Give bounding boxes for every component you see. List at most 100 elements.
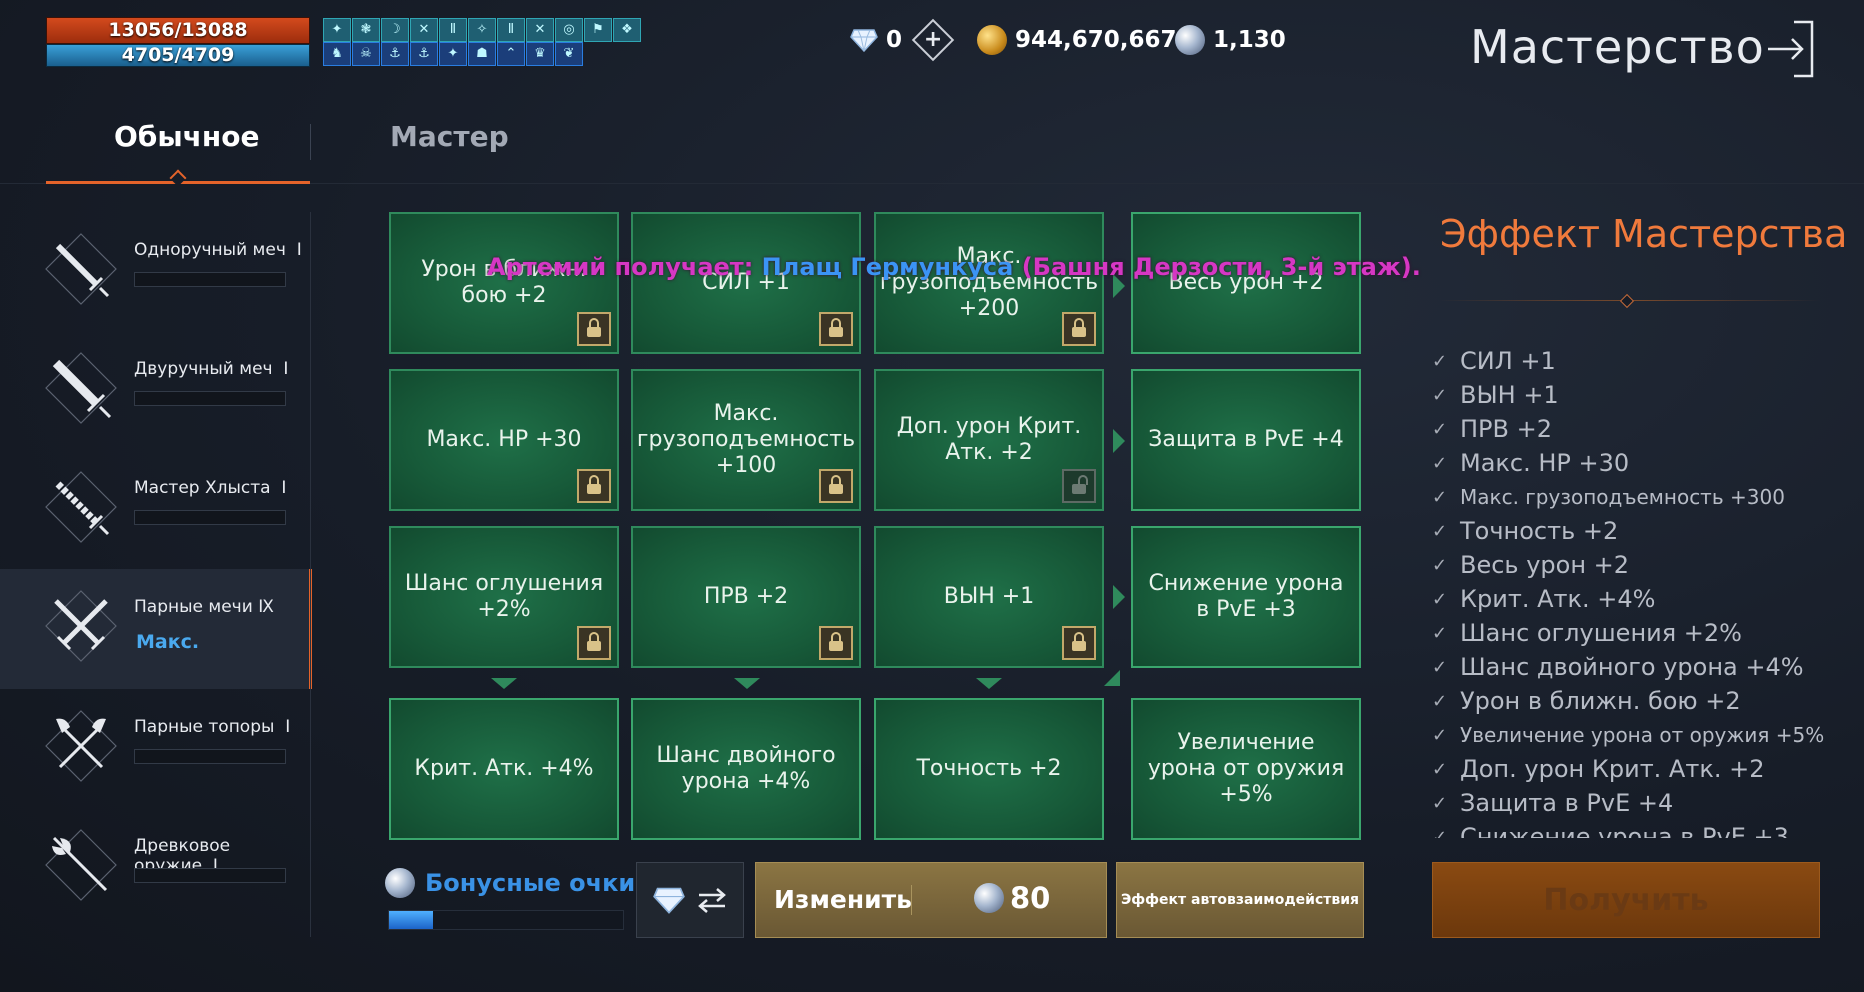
list-item: ✓ ВЫН +1 [1432,381,1559,409]
lock-icon [1062,626,1096,660]
tab-normal[interactable]: Обычное [114,120,259,153]
polearm-icon [45,829,117,901]
mastery-node[interactable]: Макс. HP +30 [389,369,619,511]
buff-icon: ✕ [526,18,554,42]
mp-bar: 4705/4709 [46,44,310,67]
mastery-node[interactable]: ВЫН +1 [874,526,1104,668]
sidebar-item-label: Одноручный меч Ⅰ [134,240,302,260]
gold-count: 944,670,667 [1015,27,1177,53]
sidebar-item-polearm[interactable]: Древковое оружие Ⅰ [0,808,312,927]
buff-icon: ⚓ [381,42,409,66]
page-title: Мастерство [1470,20,1765,74]
sidebar-item-label: Парные мечи Ⅸ [134,597,274,617]
checkmark-icon: ✓ [1432,656,1448,678]
checkmark-icon: ✓ [1432,554,1448,576]
mastery-progress-bar [134,749,286,764]
sidebar-item-two-handed-sword[interactable]: Двуручный меч Ⅰ [0,331,312,450]
list-item: ✓ Шанс оглушения +2% [1432,619,1742,647]
mastery-reward-node[interactable]: Весь урон +2 [1131,212,1361,354]
tab-master[interactable]: Мастер [390,120,509,153]
buff-icon: ⚑ [584,18,612,42]
list-item: ✓ Снижение урона в PvE +3 [1432,820,1832,838]
sidebar-item-dual-swords[interactable]: Парные мечи Ⅸ Макс. [0,569,312,689]
orb-icon [974,883,1004,913]
hp-bar: 13056/13088 [46,17,310,44]
dual-axes-icon [45,710,117,782]
lock-icon [577,312,611,346]
checkmark-icon: ✓ [1432,690,1448,712]
mastery-reward-node[interactable]: Увеличение урона от оружия +5% [1131,698,1361,840]
list-item: ✓ Макс. HP +30 [1432,449,1630,477]
sidebar-item-one-handed-sword[interactable]: Одноручный меч Ⅰ [0,212,312,331]
mastery-node[interactable]: Макс. грузоподъемность +200 [874,212,1104,354]
gold-currency: 944,670,667 [977,20,1177,60]
tab-divider [310,124,311,160]
change-button[interactable]: Изменить 80 [755,862,1107,938]
loot-notification: Артемий получает: Плащ Гермункуса (Башня… [487,253,1421,281]
mastery-node[interactable]: СИЛ +1 [631,212,861,354]
mastery-node[interactable]: Макс. грузоподъемность +100 [631,369,861,511]
hp-text: 13056/13088 [108,19,248,41]
arrow-down-icon [734,678,760,689]
diamond-currency: 0 + [850,18,955,62]
buff-icon: ☗ [468,42,496,66]
auto-interaction-effect-button[interactable]: Эффект автовзаимодействия [1116,862,1364,938]
checkmark-icon: ✓ [1432,588,1448,610]
buff-icon: ✦ [323,18,351,42]
sidebar-item-label: Мастер Хлыста Ⅰ [134,478,287,498]
sidebar-item-dual-axes[interactable]: Парные топоры Ⅰ [0,689,312,808]
mastery-node[interactable]: ПРВ +2 [631,526,861,668]
diamond-icon [653,887,685,914]
list-item: ✓ Крит. Атк. +4% [1432,585,1656,613]
arrow-down-icon [976,678,1002,689]
list-item: ✓ Точность +2 [1432,517,1619,545]
arrow-right-icon [1113,429,1125,453]
arrow-down-icon [491,678,517,689]
dual-swords-icon [45,590,117,662]
mastery-reward-node[interactable]: Защита в PvE +4 [1131,369,1361,511]
list-item: ✓ Весь урон +2 [1432,551,1630,579]
mastery-reward-node[interactable]: Снижение урона в PvE +3 [1131,526,1361,668]
mastery-node[interactable]: Урон в ближн. бою +2 [389,212,619,354]
sidebar-item-whip-master[interactable]: Мастер Хлыста Ⅰ [0,450,312,569]
gold-coin-icon [977,25,1007,55]
unlocked-icon [1062,469,1096,503]
whip-sword-icon [45,471,117,543]
effects-list[interactable]: ✓ СИЛ +1 ✓ ВЫН +1 ✓ ПРВ +2 ✓ Макс. HP +30 ✓ М… [1432,344,1832,838]
list-item: ✓ СИЛ +1 [1432,347,1556,375]
buff-icon: ✕ [410,18,438,42]
checkmark-icon: ✓ [1432,520,1448,542]
mastery-node[interactable]: Шанс оглушения +2% [389,526,619,668]
lock-icon [819,312,853,346]
checkmark-icon: ✓ [1432,792,1448,814]
list-item: ✓ Доп. урон Крит. Атк. +2 [1432,755,1765,783]
mp-text: 4705/4709 [121,44,235,66]
arrow-right-icon [1113,585,1125,609]
bonus-points: Бонусные очки [385,868,635,898]
buff-icon: ❃ [352,18,380,42]
mastery-reward-node[interactable]: Шанс двойного урона +4% [631,698,861,840]
bonus-progress-bar [388,910,624,930]
checkmark-icon: ✓ [1432,622,1448,644]
get-button[interactable]: Получить [1432,862,1820,938]
sidebar-item-label: Двуручный меч Ⅰ [134,359,289,379]
two-handed-sword-icon [45,352,117,424]
checkmark-icon: ✓ [1432,826,1448,839]
swap-currency-button[interactable] [636,862,744,938]
mastery-reward-node[interactable]: Крит. Атк. +4% [389,698,619,840]
buff-icon: ♛ [526,42,554,66]
buff-icon: ☽ [381,18,409,42]
mastery-node[interactable]: Доп. урон Крит. Атк. +2 [874,369,1104,511]
checkmark-icon: ✓ [1432,452,1448,474]
mastery-reward-node[interactable]: Точность +2 [874,698,1104,840]
list-item: ✓ Макс. грузоподъемность +300 [1432,485,1785,509]
button-separator [911,885,912,915]
checkmark-icon: ✓ [1432,384,1448,406]
exit-icon[interactable] [1764,20,1816,78]
buff-row-bottom: ♞ ☠ ⚓ ⚓ ✦ ☗ ⌃ ♛ ❦ [323,42,583,66]
plus-icon: + [923,27,943,52]
add-diamond-button[interactable]: + [911,18,955,62]
buff-icon: ☠ [352,42,380,66]
checkmark-icon: ✓ [1432,758,1448,780]
notification-item: Плащ Гермункуса [761,253,1014,281]
